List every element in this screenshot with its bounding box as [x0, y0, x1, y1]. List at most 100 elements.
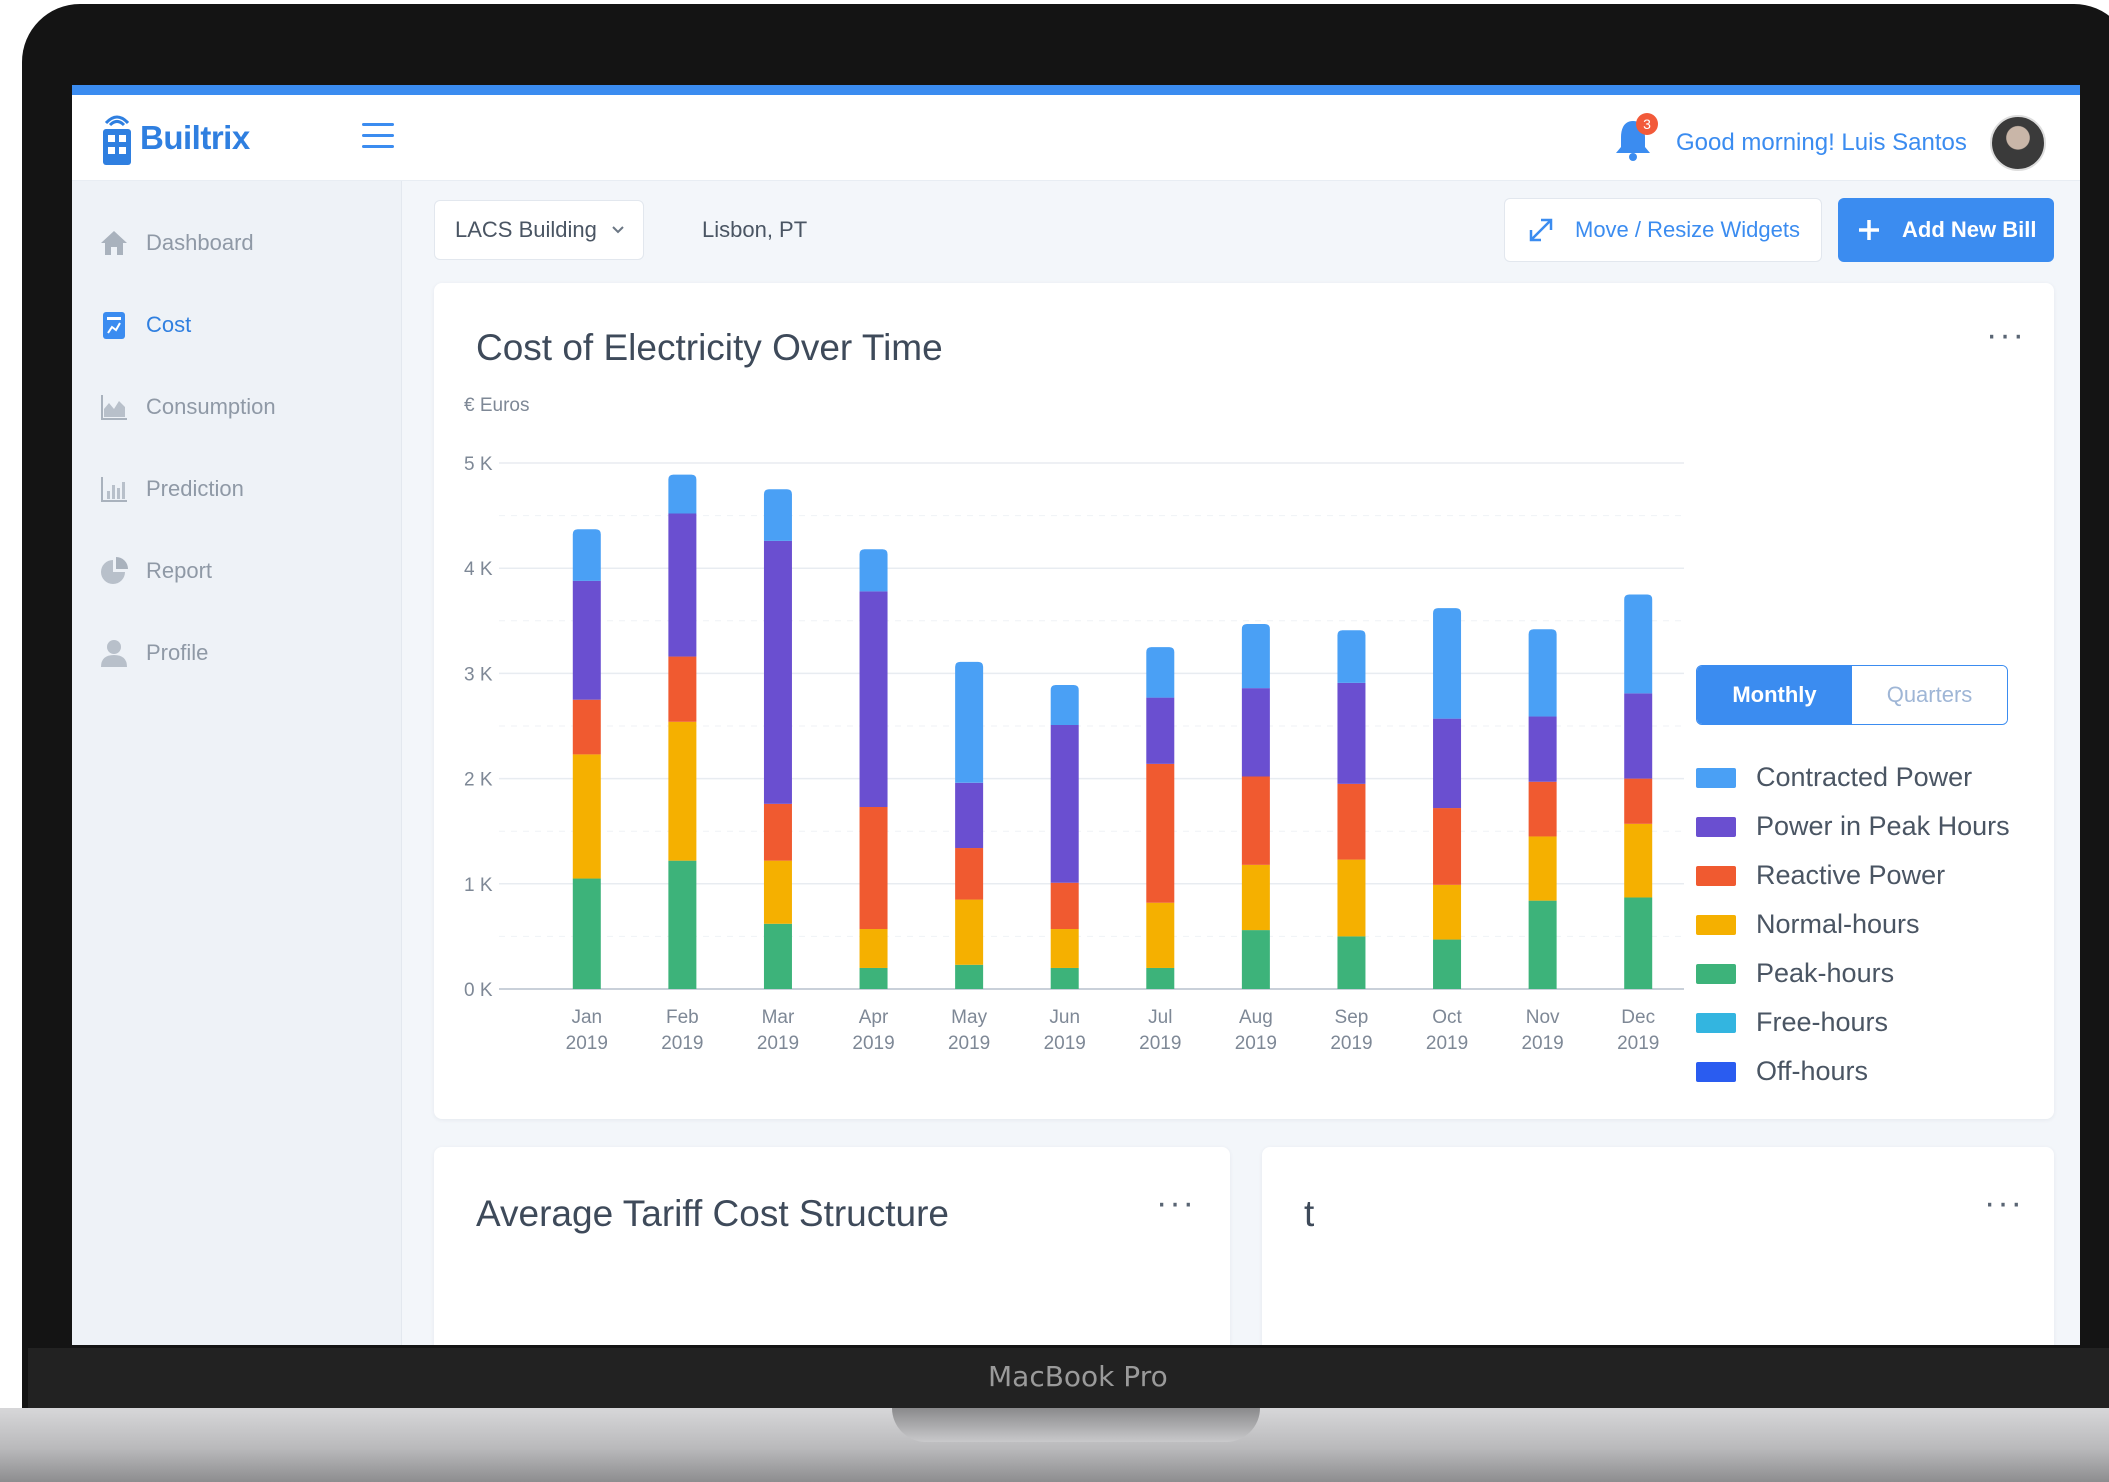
card-menu-icon[interactable]: ···: [1156, 1186, 1196, 1220]
legend-item[interactable]: Off-hours: [1696, 1047, 2010, 1096]
card-menu-icon[interactable]: ···: [1986, 318, 2026, 352]
x-tick-label: Sep: [1335, 1007, 1369, 1028]
x-tick-year-label: 2019: [1617, 1033, 1659, 1054]
building-select[interactable]: LACS Building: [434, 200, 644, 260]
pie-chart-icon: [101, 557, 128, 584]
legend-swatch: [1696, 963, 1736, 984]
stacked-bar-chart: € Euros 0 K 1 K 2 K 3 K 4 K 5 K Jan 2019 Feb 2019 M…: [464, 395, 1684, 1054]
user-avatar[interactable]: [1990, 115, 2046, 171]
notification-badge: 3: [1636, 113, 1658, 135]
x-tick-label: Mar: [762, 1007, 795, 1028]
bar-segment: [859, 967, 888, 989]
y-tick-label: 1 K: [464, 875, 493, 896]
sidebar-item-profile[interactable]: Profile: [98, 633, 208, 673]
toggle-quarters[interactable]: Quarters: [1852, 666, 2007, 724]
legend-item[interactable]: Peak-hours: [1696, 949, 2010, 998]
bar-segment: [955, 964, 984, 989]
sidebar-item-label: Profile: [146, 640, 209, 665]
toggle-monthly[interactable]: Monthly: [1697, 666, 1852, 724]
bar-segment: [1433, 608, 1462, 719]
sidebar: Dashboard Cost Consumption Prediction Re…: [72, 181, 402, 1345]
x-tick-year-label: 2019: [1521, 1033, 1563, 1054]
legend-swatch: [1696, 914, 1736, 935]
bar-segment: [763, 540, 792, 804]
cost-icon: [103, 312, 125, 339]
bar-segment: [1337, 936, 1366, 989]
legend-label: Contracted Power: [1756, 762, 1973, 792]
legend-item[interactable]: Free-hours: [1696, 998, 2010, 1047]
y-tick-label: 2 K: [464, 770, 493, 791]
legend-swatch: [1696, 865, 1736, 886]
bar-segment: [955, 899, 984, 965]
plus-icon: [1859, 220, 1879, 240]
bar-segment: [572, 580, 601, 700]
legend-item[interactable]: Contracted Power: [1696, 753, 2010, 802]
bar-segment: [1050, 684, 1079, 725]
topbar: Builtrix 3 Good morning! Luis Santos: [72, 95, 2080, 181]
x-tick-label: Feb: [666, 1007, 699, 1028]
bar-segment: [1241, 930, 1270, 989]
bar-segment: [1241, 776, 1270, 865]
bar-segment: [1433, 939, 1462, 989]
card-menu-icon[interactable]: ···: [1984, 1186, 2024, 1220]
bar-segment: [572, 878, 601, 989]
x-tick-label: Jul: [1148, 1007, 1172, 1028]
x-tick-label: Jan: [571, 1007, 602, 1028]
y-tick-label: 4 K: [464, 559, 493, 580]
add-new-bill-button[interactable]: Add New Bill: [1838, 198, 2054, 262]
user-icon: [101, 640, 127, 667]
legend-label: Reactive Power: [1756, 860, 1946, 890]
x-tick-label: Dec: [1621, 1007, 1655, 1028]
x-tick-year-label: 2019: [1330, 1033, 1372, 1054]
x-tick-label: Oct: [1432, 1007, 1462, 1028]
bar-segment: [1146, 967, 1175, 989]
bar-segment: [1528, 836, 1557, 901]
legend-item[interactable]: Normal-hours: [1696, 900, 2010, 949]
sidebar-item-prediction[interactable]: Prediction: [98, 469, 244, 509]
bar-segment: [955, 848, 984, 900]
bar-segment: [1241, 688, 1270, 777]
x-tick-year-label: 2019: [566, 1033, 608, 1054]
logo[interactable]: Builtrix: [100, 109, 250, 167]
x-tick-year-label: 2019: [1426, 1033, 1468, 1054]
bar-segment: [1337, 630, 1366, 683]
bar-segment: [763, 860, 792, 924]
building-select-value: LACS Building: [455, 217, 597, 242]
bar-segment: [1528, 629, 1557, 717]
area-chart-icon: [101, 395, 127, 420]
sidebar-item-dashboard[interactable]: Dashboard: [98, 223, 254, 263]
x-tick-label: Aug: [1239, 1007, 1273, 1028]
sidebar-item-cost[interactable]: Cost: [98, 305, 191, 345]
move-resize-widgets-button[interactable]: Move / Resize Widgets: [1504, 198, 1822, 262]
bar-segment: [1337, 859, 1366, 937]
laptop-chin: MacBook Pro: [28, 1348, 2109, 1410]
legend-label: Free-hours: [1756, 1007, 1889, 1037]
bar-segment: [763, 803, 792, 861]
home-icon: [101, 231, 127, 255]
legend-label: Power in Peak Hours: [1756, 811, 2010, 841]
chart-legend: Contracted Power Power in Peak Hours React…: [1696, 753, 2010, 1096]
bar-segment: [668, 656, 697, 722]
user-greeting: Good morning! Luis Santos: [1676, 129, 1967, 156]
x-tick-year-label: 2019: [757, 1033, 799, 1054]
sidebar-item-label: Cost: [146, 312, 192, 337]
bar-segment: [955, 661, 984, 783]
bar-segment: [1050, 724, 1079, 883]
bar-segment: [1050, 967, 1079, 989]
bar-segment: [955, 782, 984, 849]
bar-segment: [1624, 778, 1653, 824]
bar-segment: [763, 923, 792, 989]
sidebar-item-report[interactable]: Report: [98, 551, 212, 591]
bar-segment: [1624, 897, 1653, 989]
bar-segment: [572, 529, 601, 581]
bar-segment: [1624, 594, 1653, 694]
y-tick-label: 5 K: [464, 454, 493, 475]
legend-item[interactable]: Reactive Power: [1696, 851, 2010, 900]
legend-label: Off-hours: [1756, 1056, 1869, 1086]
sidebar-item-consumption[interactable]: Consumption: [98, 387, 276, 427]
menu-toggle-icon[interactable]: [362, 123, 394, 153]
bar-segment: [668, 474, 697, 514]
legend-item[interactable]: Power in Peak Hours: [1696, 802, 2010, 851]
top-accent-bar: [72, 85, 2080, 95]
sidebar-item-label: Prediction: [146, 476, 244, 501]
